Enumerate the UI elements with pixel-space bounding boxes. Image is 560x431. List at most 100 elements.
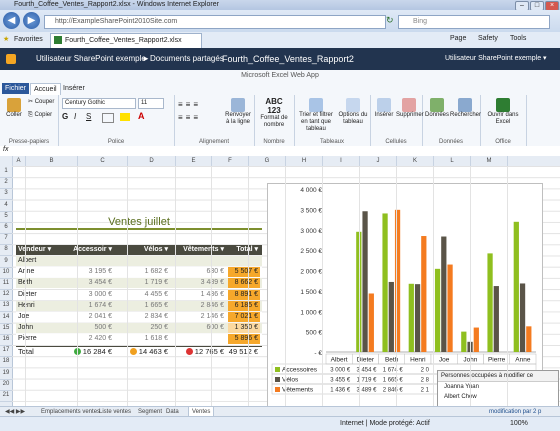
row-header-3[interactable]: 3	[0, 188, 12, 201]
table-cell[interactable]: Henri	[18, 301, 56, 311]
table-cell[interactable]: Dieter	[18, 290, 56, 300]
table-cell[interactable]: 250 €	[116, 323, 168, 333]
popup-user-1[interactable]: Joanna Yuan	[438, 382, 558, 392]
table-cell[interactable]: 5 896 €	[228, 334, 260, 345]
table-row[interactable]: Dieter 3 000 € 4 455 € 1 436 € 8 891 €	[16, 289, 262, 300]
column-header-I[interactable]: I	[323, 156, 360, 166]
table-row[interactable]: Beth 3 454 € 1 719 € 3 489 € 8 662 €	[16, 278, 262, 289]
copy-button[interactable]: ⎘ Copier	[28, 112, 52, 119]
table-cell[interactable]: 2 846 €	[172, 301, 224, 311]
row-header-20[interactable]: 20	[0, 379, 12, 391]
column-header-B[interactable]: B	[26, 156, 78, 166]
open-in-excel-button[interactable]: Ouvrir dans Excel	[484, 98, 522, 126]
table-cell[interactable]: 500 €	[60, 323, 112, 333]
bold-button[interactable]: G	[62, 112, 68, 121]
table-header-cell[interactable]: Accessoir ▾	[60, 245, 112, 255]
table-cell[interactable]: 1 665 €	[116, 301, 168, 311]
table-cell[interactable]: 2 146 €	[172, 312, 224, 322]
favorites-star-icon[interactable]: ★	[3, 35, 9, 43]
delete-button[interactable]: Supprimer	[396, 98, 424, 119]
column-header-C[interactable]: C	[78, 156, 128, 166]
refresh-data-button[interactable]: Données	[424, 98, 450, 119]
font-name-select[interactable]: Century Gothic	[62, 98, 136, 109]
column-header-E[interactable]: E	[176, 156, 212, 166]
table-cell[interactable]: 7 021 €	[228, 312, 260, 322]
table-cell[interactable]: Anne	[18, 267, 56, 277]
tab-home[interactable]: Accueil	[30, 83, 61, 95]
row-header-4[interactable]: 4	[0, 200, 12, 212]
align-icons[interactable]: ≡≡≡	[178, 100, 201, 109]
paste-button[interactable]: Coller	[4, 98, 24, 119]
search-input[interactable]: Bing	[398, 15, 550, 29]
find-button[interactable]: Rechercher	[450, 98, 481, 119]
row-header-13[interactable]: 13	[0, 300, 12, 313]
italic-button[interactable]: I	[74, 112, 76, 121]
table-cell[interactable]: Beth	[18, 278, 56, 288]
insert-button[interactable]: Insérer	[372, 98, 396, 119]
column-header-J[interactable]: J	[360, 156, 397, 166]
table-row[interactable]: John 500 € 250 € 600 € 1 350 €	[16, 323, 262, 334]
cut-button[interactable]: ✂ Couper	[28, 99, 54, 106]
borders-icon[interactable]	[102, 113, 114, 123]
row-header-7[interactable]: 7	[0, 233, 12, 246]
tab-insert[interactable]: Insérer	[60, 83, 88, 94]
column-header-D[interactable]: D	[128, 156, 176, 166]
table-cell[interactable]: 3 454 €	[60, 278, 112, 288]
number-format-button[interactable]: ABC 123 Format de nombre	[258, 97, 290, 129]
table-cell[interactable]: 630 €	[172, 267, 224, 277]
table-row[interactable]: Joe 2 041 € 2 834 € 2 146 € 7 021 €	[16, 312, 262, 322]
safety-menu[interactable]: Safety	[478, 35, 498, 42]
column-header-M[interactable]: M	[471, 156, 508, 166]
table-cell[interactable]: 1 719 €	[116, 278, 168, 288]
table-cell[interactable]: Pierre	[18, 334, 56, 344]
row-header-14[interactable]: 14	[0, 312, 12, 324]
table-cell[interactable]: 8 662 €	[228, 278, 260, 289]
column-header-G[interactable]: G	[249, 156, 286, 166]
row-header-9[interactable]: 9	[0, 256, 12, 268]
table-header-cell[interactable]: Total ▾	[228, 245, 258, 255]
tools-menu[interactable]: Tools	[510, 35, 526, 42]
table-cell[interactable]: 4 455 €	[116, 290, 168, 300]
row-header-19[interactable]: 19	[0, 368, 12, 380]
documents-link[interactable]: Documents partagés	[150, 48, 224, 70]
table-header-cell[interactable]: Vendeur ▾	[18, 245, 56, 255]
table-cell[interactable]: Joe	[18, 312, 56, 322]
column-header-L[interactable]: L	[434, 156, 471, 166]
row-header-8[interactable]: 8	[0, 244, 12, 257]
browser-tab[interactable]: Fourth_Coffee_Ventes_Rapport2.xlsx	[50, 33, 202, 48]
table-cell[interactable]: 1 674 €	[60, 301, 112, 311]
table-cell[interactable]: 1 436 €	[172, 290, 224, 300]
sort-filter-button[interactable]: Trier et filtrer en tant que tableau	[296, 98, 336, 133]
row-header-18[interactable]: 18	[0, 356, 12, 369]
table-cell[interactable]: 1 618 €	[116, 334, 168, 344]
column-header-A[interactable]: A	[12, 156, 26, 166]
column-header-H[interactable]: H	[286, 156, 323, 166]
table-cell[interactable]: 3 000 €	[60, 290, 112, 300]
row-header-10[interactable]: 10	[0, 267, 12, 279]
popup-user-2[interactable]: Albert Chew	[438, 392, 558, 402]
table-cell[interactable]: 2 041 €	[60, 312, 112, 322]
table-cell[interactable]: 8 891 €	[228, 289, 260, 300]
back-button[interactable]: ◀	[3, 12, 20, 29]
table-header-cell[interactable]: Vélos ▾	[116, 245, 168, 255]
table-row[interactable]: Anne 3 195 € 1 682 € 630 € 5 507 €	[16, 267, 262, 278]
user-menu[interactable]: Utilisateur SharePoint exemple ▾	[445, 48, 547, 70]
row-header-1[interactable]: 1	[0, 166, 12, 178]
row-header-2[interactable]: 2	[0, 177, 12, 190]
row-header-17[interactable]: 17	[0, 345, 12, 358]
row-header-16[interactable]: 16	[0, 334, 12, 346]
site-link[interactable]: Utilisateur SharePoint exemple	[36, 48, 146, 70]
row-header-5[interactable]: 5	[0, 211, 12, 223]
wrap-text-button[interactable]: Renvoyer à la ligne	[224, 98, 252, 126]
url-input[interactable]: http://ExampleSharePoint2010Site.com	[44, 15, 386, 29]
table-cell[interactable]: 1 682 €	[116, 267, 168, 277]
table-cell[interactable]: 5 507 €	[228, 267, 260, 278]
row-header-6[interactable]: 6	[0, 222, 12, 234]
tab-file[interactable]: Fichier	[2, 83, 30, 94]
fill-color-icon[interactable]	[120, 113, 130, 121]
favorites-label[interactable]: Favorites	[14, 36, 43, 43]
valign-icons[interactable]: ≡≡≡	[178, 113, 201, 122]
page-menu[interactable]: Page	[450, 35, 466, 42]
table-cell[interactable]: 2 834 €	[116, 312, 168, 322]
column-header-F[interactable]: F	[212, 156, 249, 166]
